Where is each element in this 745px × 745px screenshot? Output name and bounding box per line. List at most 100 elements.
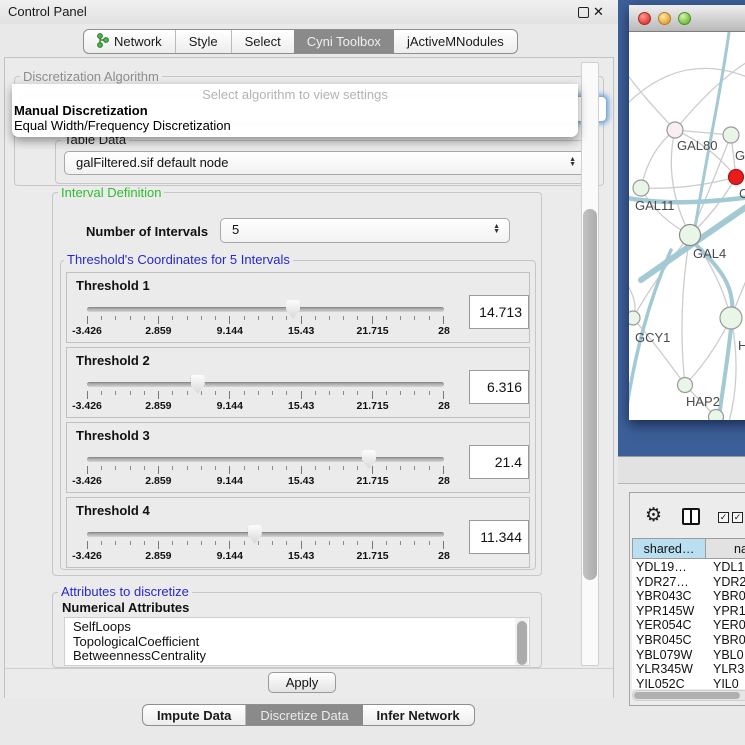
threshold-value-field[interactable]: 6.316 xyxy=(469,370,529,404)
table-panel-body: ⚙ ✓ ✓ shared… na YDL19… YDL1 YDR27… YD xyxy=(618,484,745,745)
combo-stepper-icon: ▲▼ xyxy=(493,224,500,234)
slider-scale-labels: -3.426 2.859 9.144 15.43 21.715 28 xyxy=(87,325,444,337)
tick-label: 21.715 xyxy=(357,550,389,562)
dropdown-option-manual-discretization[interactable]: Manual Discretization xyxy=(14,103,148,118)
tick-label: 15.43 xyxy=(288,475,314,487)
attributes-group-title: Attributes to discretize xyxy=(58,585,192,599)
tab-label: Impute Data xyxy=(157,708,231,723)
list-item[interactable]: SelfLoops xyxy=(73,620,529,635)
table-header-row: shared… na xyxy=(632,538,745,559)
dropdown-option-equal-width-frequency[interactable]: Equal Width/Frequency Discretization xyxy=(14,118,231,133)
cell: YLR3 xyxy=(706,662,745,677)
column-header-name[interactable]: na xyxy=(706,538,745,559)
thresholds-group-title: Threshold's Coordinates for 5 Intervals xyxy=(64,253,293,267)
threshold-1-panel: Threshold 1 -3.426 2.859 9.144 15.43 21.… xyxy=(66,272,530,343)
tick-label: 2.859 xyxy=(145,325,171,337)
node-label: C xyxy=(739,186,745,201)
list-item[interactable]: TopologicalCoefficient xyxy=(73,635,529,650)
cell: YBR043C xyxy=(632,589,706,604)
slider-scale-labels: -3.426 2.859 9.144 15.43 21.715 28 xyxy=(87,400,444,412)
threshold-label: Threshold 1 xyxy=(76,278,150,293)
close-traffic-light[interactable] xyxy=(638,12,651,25)
tick-label: 15.43 xyxy=(288,550,314,562)
tick-label: 21.715 xyxy=(357,475,389,487)
cell: YBR045C xyxy=(632,633,706,648)
node-label: GAL4 xyxy=(693,246,726,261)
threshold-slider-track[interactable] xyxy=(87,457,444,462)
column-view-icon[interactable] xyxy=(682,508,700,525)
node-label: H xyxy=(738,338,745,353)
threshold-value-field[interactable]: 14.713 xyxy=(469,295,529,329)
checkbox-icon[interactable]: ✓ xyxy=(718,512,729,523)
float-window-icon[interactable] xyxy=(578,7,589,18)
tick-label: 9.144 xyxy=(217,400,243,412)
table-row[interactable]: YDL19… YDL1 xyxy=(632,560,745,575)
column-header-shared-name[interactable]: shared… xyxy=(632,538,706,559)
table-row[interactable]: YLR345W YLR3 xyxy=(632,662,745,677)
tick-label: -3.426 xyxy=(72,400,102,412)
threshold-value-field[interactable]: 21.4 xyxy=(469,445,529,479)
tab-impute-data[interactable]: Impute Data xyxy=(143,705,246,725)
table-row[interactable]: YBR045C YBR0 xyxy=(632,633,745,648)
list-scrollbar-thumb[interactable] xyxy=(517,621,527,665)
gear-icon[interactable]: ⚙ xyxy=(645,506,662,525)
tab-label: Network xyxy=(114,34,162,49)
table-row[interactable]: YER054C YER0 xyxy=(632,618,745,633)
zoom-traffic-light[interactable] xyxy=(678,12,691,25)
slider-scale-labels: -3.426 2.859 9.144 15.43 21.715 28 xyxy=(87,475,444,487)
table-row[interactable]: YPR145W YPR1 xyxy=(632,604,745,619)
network-window-titlebar xyxy=(629,5,745,32)
threshold-value-field[interactable]: 11.344 xyxy=(469,520,529,554)
slider-ticks xyxy=(87,541,444,550)
tab-cyni-toolbox[interactable]: Cyni Toolbox xyxy=(294,30,394,53)
tab-label: Infer Network xyxy=(377,708,460,723)
number-of-intervals-label: Number of Intervals xyxy=(86,224,208,239)
threshold-label: Threshold 4 xyxy=(76,503,150,518)
cell: YPR1 xyxy=(706,604,745,619)
numerical-attributes-label: Numerical Attributes xyxy=(62,600,189,615)
tick-label: 2.859 xyxy=(145,550,171,562)
tab-jactivemnodules[interactable]: jActiveMNodules xyxy=(394,30,517,53)
tick-label: -3.426 xyxy=(72,325,102,337)
tick-label: 28 xyxy=(438,550,450,562)
checkbox-icon[interactable]: ✓ xyxy=(732,512,743,523)
algorithm-dropdown-popup: Select algorithm to view settings Manual… xyxy=(12,84,578,137)
table-row[interactable]: YBL079W YBL0 xyxy=(632,648,745,663)
table-panel-titlebar: Table Panel xyxy=(618,456,745,484)
cell: YBL0 xyxy=(706,648,745,663)
tab-infer-network[interactable]: Infer Network xyxy=(363,705,474,725)
network-canvas[interactable]: GAL80 G C GAL11 GAL4 GCY1 H HAP2 xyxy=(629,32,745,420)
slider-ticks xyxy=(87,391,444,400)
tab-network[interactable]: Network xyxy=(84,30,176,53)
tab-discretize-data[interactable]: Discretize Data xyxy=(246,705,362,725)
threshold-slider-track[interactable] xyxy=(87,532,444,537)
tab-style[interactable]: Style xyxy=(176,30,232,53)
apply-button[interactable]: Apply xyxy=(268,672,336,693)
table-data-selected-value: galFiltered.sif default node xyxy=(76,155,228,170)
close-icon[interactable]: ✕ xyxy=(593,4,604,20)
control-panel: Control Panel ✕ Network Style xyxy=(0,0,618,745)
tab-select[interactable]: Select xyxy=(232,30,294,53)
cell: YBR0 xyxy=(706,589,745,604)
tick-label: 21.715 xyxy=(357,325,389,337)
minimize-traffic-light[interactable] xyxy=(658,12,671,25)
threshold-2-panel: Threshold 2 -3.426 2.859 9.144 15.43 21.… xyxy=(66,347,530,418)
list-item[interactable]: BetweennessCentrality xyxy=(73,649,529,664)
tab-label: Cyni Toolbox xyxy=(307,34,381,49)
table-row[interactable]: YDR27… YDR2 xyxy=(632,575,745,590)
cell: YIL052C xyxy=(632,677,706,689)
table-row[interactable]: YBR043C YBR0 xyxy=(632,589,745,604)
tab-label: Discretize Data xyxy=(260,708,348,723)
network-graph xyxy=(629,32,745,420)
tick-label: 28 xyxy=(438,475,450,487)
settings-scrollbar-thumb[interactable] xyxy=(583,209,597,580)
threshold-slider-track[interactable] xyxy=(87,382,444,387)
threshold-slider-track[interactable] xyxy=(87,307,444,312)
table-row[interactable]: YIL052C YIL0 xyxy=(632,677,745,689)
slider-ticks xyxy=(87,466,444,475)
panel-title: Control Panel xyxy=(8,4,87,19)
cell: YPR145W xyxy=(632,604,706,619)
table-hscrollbar-thumb[interactable] xyxy=(634,692,740,699)
interval-definition-group-title: Interval Definition xyxy=(58,186,164,200)
number-of-intervals-select[interactable]: ▲▼ xyxy=(220,218,510,243)
